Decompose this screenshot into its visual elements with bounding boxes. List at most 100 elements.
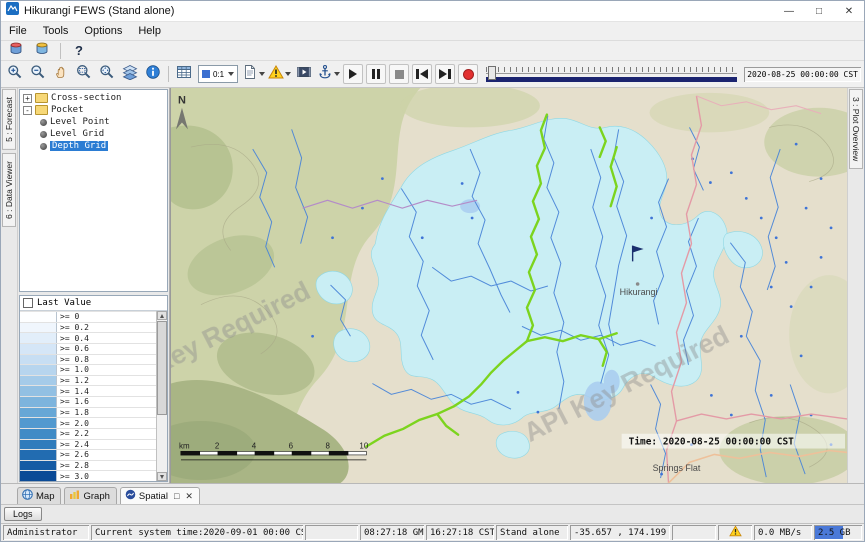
time-slider-ticks <box>486 67 737 72</box>
time-slider-thumb[interactable] <box>488 66 496 80</box>
scale-ratio-combo[interactable]: 0:1 <box>198 65 238 83</box>
minimize-button[interactable]: — <box>774 1 804 21</box>
tab-data-viewer[interactable]: 6 : Data Viewer <box>2 153 16 227</box>
zoom-rectangle-button[interactable] <box>73 63 95 85</box>
scroll-down-icon[interactable] <box>157 472 167 481</box>
status-spacer <box>305 525 358 540</box>
undock-tab-icon[interactable]: □ <box>174 491 179 501</box>
legend-label: >= 2.6 <box>57 450 89 460</box>
scroll-up-icon[interactable] <box>157 311 167 320</box>
anchor-dropdown-button[interactable] <box>316 63 341 85</box>
legend-swatch <box>20 440 57 450</box>
database-export-button[interactable] <box>5 40 27 62</box>
svg-text:N: N <box>178 95 186 107</box>
zoom-in-button[interactable] <box>4 63 26 85</box>
menu-options[interactable]: Options <box>76 23 130 39</box>
info-button[interactable] <box>142 63 164 85</box>
document-icon <box>242 64 258 85</box>
legend-entry: >= 1.6 <box>20 396 157 407</box>
tree-leaf-level-point[interactable]: Level Point <box>20 116 167 128</box>
tree-leaf-label: Level Point <box>50 117 110 127</box>
status-gmt-time: 08:27:18 GMT <box>360 525 424 540</box>
play-button[interactable] <box>343 64 363 84</box>
movie-icon <box>296 64 312 85</box>
scrollbar-thumb[interactable] <box>157 321 167 415</box>
legend-swatch <box>20 397 57 407</box>
svg-text:Time: 2020-08-25 00:00:00 CST: Time: 2020-08-25 00:00:00 CST <box>629 437 795 448</box>
window-title: Hikurangi FEWS (Stand alone) <box>24 5 174 17</box>
step-forward-button[interactable] <box>435 64 455 84</box>
layer-dot-icon <box>40 131 47 138</box>
legend-swatch <box>20 461 57 471</box>
legend-panel: Last Value >= 0 >= 0.2 >= 0.4 >= 0.6 >= … <box>19 295 168 482</box>
toolbar-separator <box>168 66 169 82</box>
maximize-button[interactable]: □ <box>804 1 834 21</box>
menu-bar: File Tools Options Help <box>1 22 864 41</box>
close-tab-icon[interactable]: ✕ <box>185 491 193 502</box>
app-window: Hikurangi FEWS (Stand alone) — □ ✕ File … <box>0 0 865 542</box>
status-memory: 2.5 GB <box>814 525 862 540</box>
logs-button[interactable]: Logs <box>4 507 42 521</box>
tab-spatial[interactable]: Spatial □ ✕ <box>120 487 200 504</box>
tree-leaf-level-grid[interactable]: Level Grid <box>20 128 167 140</box>
legend-label: >= 0.8 <box>57 355 89 365</box>
legend-label: >= 1.0 <box>57 365 89 375</box>
tab-forecast[interactable]: 5 : Forecast <box>2 89 16 150</box>
map-canvas[interactable]: API Key Required API Key Required Hikura… <box>170 88 847 483</box>
anchor-icon <box>317 64 333 85</box>
pause-button[interactable] <box>366 64 386 84</box>
tree-leaf-depth-grid[interactable]: Depth Grid <box>20 140 167 152</box>
tab-graph-label: Graph <box>83 491 109 502</box>
database-red-icon <box>9 41 24 61</box>
animation-button[interactable] <box>293 63 315 85</box>
scale-ratio-value: 0:1 <box>213 70 224 79</box>
legend-swatch <box>20 344 57 354</box>
database-import-button[interactable] <box>31 40 53 62</box>
help-button[interactable]: ? <box>68 40 90 62</box>
stop-button[interactable] <box>389 64 409 84</box>
tab-map[interactable]: Map <box>17 487 61 504</box>
status-spacer <box>672 525 716 540</box>
legend-entry: >= 0.2 <box>20 322 157 333</box>
warnings-dropdown-button[interactable] <box>267 63 292 85</box>
expand-icon[interactable]: + <box>23 94 32 103</box>
tree-node-cross-section[interactable]: + Cross-section <box>20 92 167 104</box>
tab-plot-overview[interactable]: 3 : Plot Overview <box>849 89 863 169</box>
left-tab-strip: 5 : Forecast 6 : Data Viewer <box>1 88 18 483</box>
legend-swatch <box>20 376 57 386</box>
menu-tools[interactable]: Tools <box>35 23 77 39</box>
step-back-button[interactable] <box>412 64 432 84</box>
last-value-checkbox[interactable] <box>23 298 33 308</box>
time-slider[interactable] <box>486 66 737 83</box>
legend-swatch <box>20 471 57 481</box>
tree-node-pocket[interactable]: - Pocket <box>20 104 167 116</box>
legend-entry: >= 0.8 <box>20 354 157 365</box>
layers-icon <box>122 64 138 85</box>
status-system-time: Current system time:2020-09-01 00:00 CST <box>91 525 303 540</box>
close-button[interactable]: ✕ <box>834 1 864 21</box>
legend-label: >= 2.0 <box>57 418 89 428</box>
svg-text:2: 2 <box>215 442 219 451</box>
legend-label: >= 2.4 <box>57 440 89 450</box>
legend-label: >= 1.6 <box>57 397 89 407</box>
pause-icon <box>372 69 380 79</box>
document-dropdown-button[interactable] <box>241 63 266 85</box>
menu-help[interactable]: Help <box>130 23 169 39</box>
legend-entry: >= 0 <box>20 311 157 322</box>
zoom-out-button[interactable] <box>27 63 49 85</box>
grid-display-button[interactable] <box>173 63 195 85</box>
tab-graph[interactable]: Graph <box>64 487 116 504</box>
record-button[interactable] <box>458 64 478 84</box>
legend-scrollbar[interactable] <box>156 311 167 481</box>
spatial-icon <box>125 489 136 503</box>
legend-label: >= 2.2 <box>57 429 89 439</box>
legend-entry: >= 2.0 <box>20 417 157 428</box>
menu-file[interactable]: File <box>1 23 35 39</box>
status-warning-cell[interactable] <box>718 525 752 540</box>
pan-button[interactable] <box>50 63 72 85</box>
collapse-icon[interactable]: - <box>23 106 32 115</box>
zoom-extent-button[interactable] <box>96 63 118 85</box>
layers-button[interactable] <box>119 63 141 85</box>
legend-entry: >= 2.4 <box>20 439 157 450</box>
zoom-rectangle-icon <box>76 64 92 85</box>
